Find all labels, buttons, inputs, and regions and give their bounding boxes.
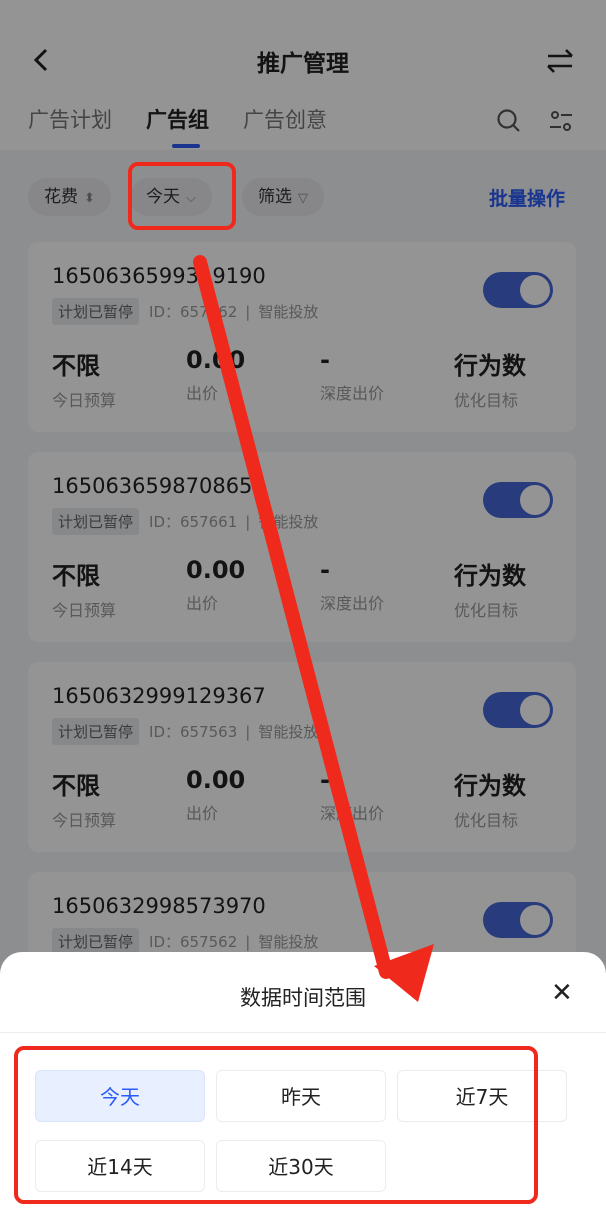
annotation-arrow xyxy=(193,255,434,1002)
promotion-page: 推广管理 广告计划 广告组 广告创意 花费 ⬍ 今天 ⌵ 筛选 ▽ 批量操作 1… xyxy=(0,0,606,1216)
